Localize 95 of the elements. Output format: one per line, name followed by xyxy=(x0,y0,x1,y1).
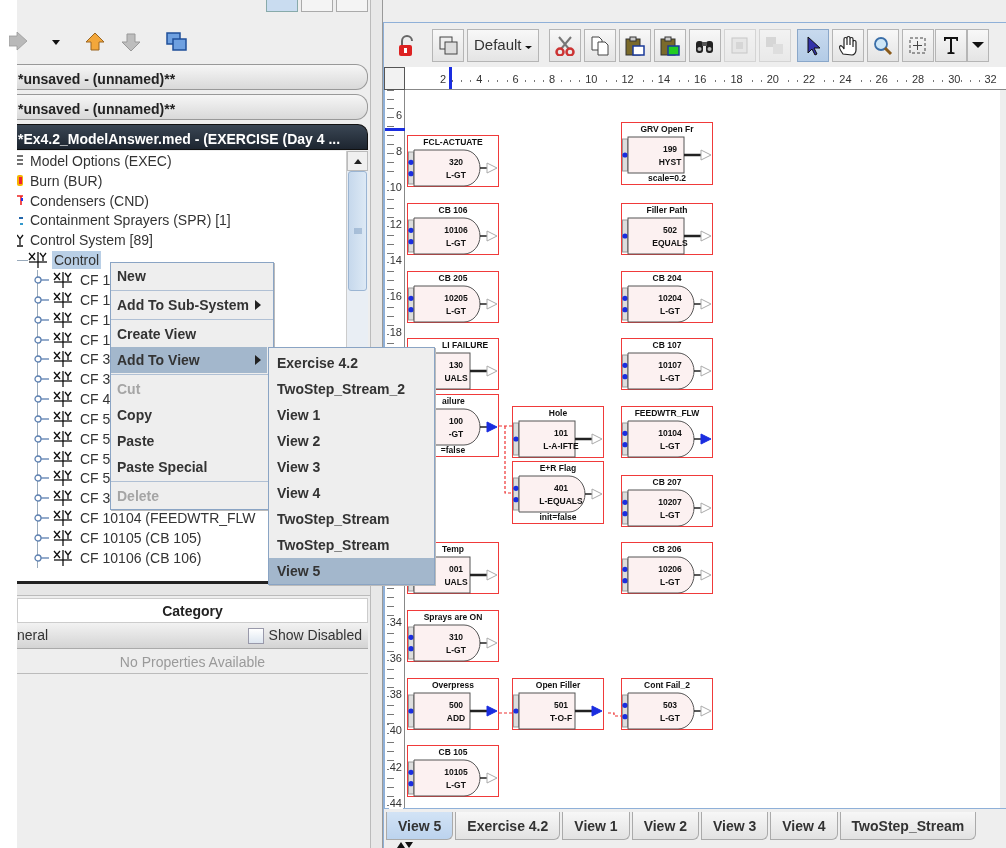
node-type: L-GT xyxy=(659,441,681,451)
ruler-label: 28 xyxy=(910,73,926,85)
node-type: L-GT xyxy=(659,577,681,587)
ruler-label: 30 xyxy=(947,73,962,85)
node-type: L-EQUALS xyxy=(538,496,584,506)
node-title: Filler Path xyxy=(645,205,689,215)
node-title: CB 106 xyxy=(437,205,469,215)
node-number: 502 xyxy=(661,225,679,235)
ruler-label: 6 xyxy=(394,109,403,121)
node-number: 199 xyxy=(661,144,679,154)
node-title: CB 206 xyxy=(651,544,683,554)
ruler-label: 4 xyxy=(475,73,484,85)
group-label: neral xyxy=(17,626,49,645)
ruler-label: 12 xyxy=(388,217,403,230)
node-type: L-GT xyxy=(659,306,681,316)
node-type: L-GT xyxy=(659,510,681,520)
node-title: CB 204 xyxy=(651,273,683,283)
node-number: 001 xyxy=(447,564,465,574)
node-number: 310 xyxy=(447,632,465,642)
node-number: 10105 xyxy=(443,767,469,777)
node-title: Open Filler xyxy=(534,680,582,690)
node-title: Hole xyxy=(547,408,569,418)
node-title: Overpress xyxy=(430,680,476,690)
node-number: 401 xyxy=(552,483,570,493)
node-number: 10205 xyxy=(443,293,469,303)
node-number: 10207 xyxy=(657,497,683,507)
node-type: ADD xyxy=(445,713,467,723)
ruler-label: 10 xyxy=(584,73,599,85)
node-number: 101 xyxy=(552,428,570,438)
ruler-label: 34 xyxy=(388,615,403,628)
node-number: 501 xyxy=(552,700,570,710)
node-number: 10206 xyxy=(657,564,683,574)
node-note: init=false xyxy=(538,512,578,522)
node-title: E+R Flag xyxy=(538,463,578,473)
node-title: Temp xyxy=(442,544,465,554)
node-type: L-GT xyxy=(659,713,681,723)
node-title: CB 105 xyxy=(437,747,469,757)
ruler-label: 44 xyxy=(388,796,403,809)
node-type: L-A-IFTE xyxy=(542,441,580,451)
node-number: 10204 xyxy=(657,293,683,303)
node-title: FEEDWTR_FLW xyxy=(633,408,701,418)
ruler-label: 14 xyxy=(656,73,672,85)
node-type: L-GT xyxy=(445,645,467,655)
ruler-label: 36 xyxy=(388,652,403,664)
node-title: LI FAILURE xyxy=(442,340,489,350)
node-number: 10107 xyxy=(657,360,683,370)
node-number: 10104 xyxy=(657,428,683,438)
ruler-label: 12 xyxy=(620,73,635,85)
node-type: L-GT xyxy=(445,238,467,248)
ruler-label: 22 xyxy=(802,73,817,85)
node-type: EQUALS xyxy=(651,238,689,248)
node-title: GRV Open Fr xyxy=(639,124,695,134)
node-number: 503 xyxy=(661,700,679,710)
ruler-label: 26 xyxy=(874,73,889,85)
node-title: CB 207 xyxy=(651,477,683,487)
ruler-label: 16 xyxy=(388,290,403,302)
ruler-label: 14 xyxy=(388,253,403,266)
node-type: UALS xyxy=(443,577,469,587)
node-title: CB 205 xyxy=(437,273,469,283)
node-type: L-GT xyxy=(445,780,467,790)
ruler-label: 18 xyxy=(388,326,403,339)
node-title: CB 107 xyxy=(651,340,683,350)
ruler-label: 42 xyxy=(388,760,403,773)
node-number: 500 xyxy=(447,700,465,710)
node-note: =false xyxy=(439,445,467,455)
node-type: T-O-F xyxy=(548,713,574,723)
ruler-label: 18 xyxy=(729,73,744,85)
node-type: L-GT xyxy=(659,373,681,383)
ruler-label: 16 xyxy=(693,73,708,85)
ruler-label: 6 xyxy=(511,73,520,85)
node-title: Sprays are ON xyxy=(422,612,484,622)
ruler-label: 38 xyxy=(388,688,403,701)
node-type: L-GT xyxy=(445,170,467,180)
node-type: L-GT xyxy=(445,306,467,316)
ruler-label: 2 xyxy=(439,73,448,85)
ruler-label: 20 xyxy=(765,73,780,85)
ruler-label: 32 xyxy=(983,73,998,85)
ruler-label: 10 xyxy=(388,181,403,194)
node-type: UALS xyxy=(443,373,469,383)
node-number: 320 xyxy=(447,157,465,167)
node-title: Cont Fail_2 xyxy=(643,680,691,690)
node-number: 10106 xyxy=(443,225,469,235)
ruler-label: 40 xyxy=(388,724,403,737)
empty-message: No Properties Available xyxy=(17,649,368,674)
node-type: HYST xyxy=(657,157,683,167)
node-number: 130 xyxy=(447,360,465,370)
column-header: Category xyxy=(17,598,368,623)
ruler-label: 8 xyxy=(547,73,556,85)
ruler-label: 8 xyxy=(394,145,403,158)
node-title: FCL-ACTUATE xyxy=(422,137,484,147)
node-title: ailure xyxy=(442,396,465,406)
node-type: -GT xyxy=(447,429,465,439)
ruler-label: 24 xyxy=(838,73,853,85)
node-number: 100 xyxy=(447,416,465,426)
node-note: scale=0.2 xyxy=(646,173,688,183)
